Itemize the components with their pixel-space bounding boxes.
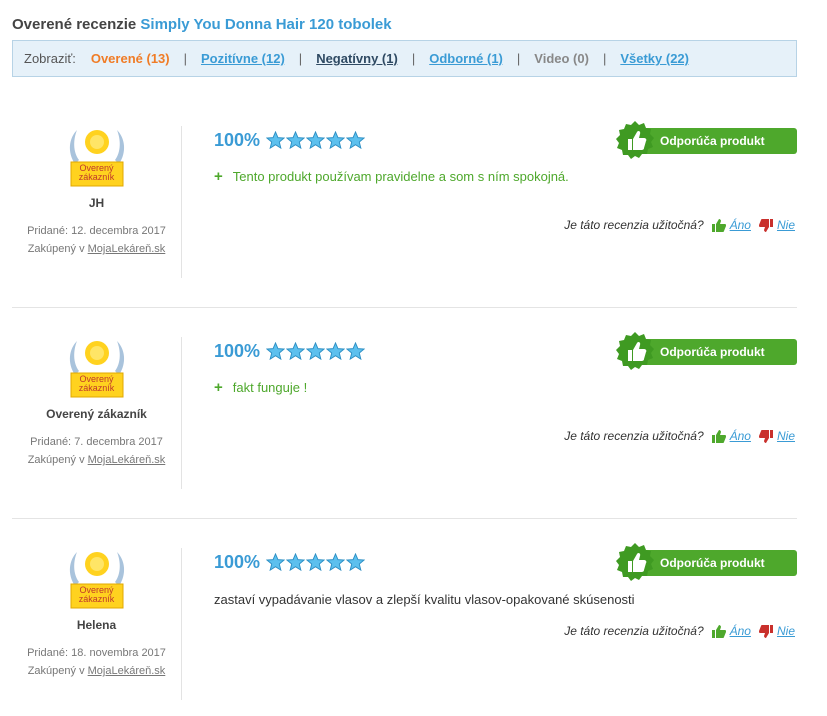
review-item: Overený zákazník Helena Pridané: 18. nov…	[12, 540, 797, 716]
star-icon	[286, 342, 306, 361]
star-icon	[286, 131, 306, 150]
review-rating: 100%	[214, 130, 366, 151]
purchase-source: Zakúpený v MojaLekáreň.sk	[27, 665, 166, 677]
filter-negative[interactable]: Negatívny (1)	[316, 51, 398, 66]
star-rating	[266, 131, 366, 150]
filter-separator: |	[298, 51, 303, 66]
recommend-label: Odporúča produkt	[634, 339, 797, 365]
rating-percent: 100%	[214, 130, 261, 150]
verified-customer-badge: Overený zákazník	[65, 548, 129, 612]
helpful-vote: Je táto recenzia užitočná? Áno Nie	[564, 218, 795, 232]
star-icon	[346, 553, 366, 572]
helpful-vote: Je táto recenzia užitočná? Áno Nie	[564, 429, 795, 443]
thumbs-down-icon	[758, 624, 773, 638]
page-title: Overené recenzie Simply You Donna Hair 1…	[12, 16, 392, 33]
star-icon	[266, 131, 286, 150]
filter-video: Video (0)	[534, 51, 589, 66]
review-date: Pridané: 12. decembra 2017	[27, 225, 166, 237]
thumbs-up-seal-icon	[616, 543, 654, 581]
review-filter-bar: Zobraziť: Overené (13) | Pozitívne (12) …	[12, 40, 797, 77]
rating-percent: 100%	[214, 341, 261, 361]
verified-customer-badge: Overený zákazník	[65, 126, 129, 190]
product-name: Simply You Donna Hair 120 tobolek	[140, 16, 392, 33]
filter-label: Zobraziť:	[24, 51, 76, 66]
filter-separator: |	[516, 51, 521, 66]
filter-separator: |	[602, 51, 607, 66]
recommend-label: Odporúča produkt	[634, 128, 797, 154]
review-text: Tento produkt používam pravidelne a som …	[232, 169, 569, 184]
helpful-yes-link[interactable]: Áno	[730, 218, 751, 232]
thumbs-down-icon	[758, 429, 773, 443]
helpful-question: Je táto recenzia užitočná?	[564, 429, 704, 443]
review-author-column: Overený zákazník JH Pridané: 12. decembr…	[12, 126, 182, 278]
filter-separator: |	[411, 51, 416, 66]
star-icon	[266, 553, 286, 572]
author-name: Overený zákazník	[46, 407, 147, 421]
star-icon	[326, 342, 346, 361]
review-pros: + fakt funguje !	[214, 379, 307, 396]
review-rating: 100%	[214, 552, 366, 573]
filter-separator: |	[183, 51, 187, 66]
recommends-product-badge: Odporúča produkt	[614, 331, 797, 373]
filter-verified[interactable]: Overené (13)	[91, 51, 170, 66]
review-date: Pridané: 18. novembra 2017	[27, 647, 166, 659]
helpful-question: Je táto recenzia užitočná?	[564, 218, 704, 232]
review-pros: + Tento produkt používam pravidelne a so…	[214, 168, 569, 185]
shop-link[interactable]: MojaLekáreň.sk	[88, 454, 166, 466]
helpful-no-link[interactable]: Nie	[777, 218, 795, 232]
review-author-column: Overený zákazník Overený zákazník Pridan…	[12, 337, 182, 489]
plus-icon: +	[214, 168, 223, 185]
page-title-prefix: Overené recenzie	[12, 16, 137, 33]
thumbs-down-icon	[758, 218, 773, 232]
verified-customer-badge: Overený zákazník	[65, 337, 129, 401]
helpful-yes-link[interactable]: Áno	[730, 429, 751, 443]
filter-all[interactable]: Všetky (22)	[620, 51, 689, 66]
thumbs-up-icon	[711, 429, 726, 443]
review-author-column: Overený zákazník Helena Pridané: 18. nov…	[12, 548, 182, 700]
plus-icon: +	[214, 379, 223, 396]
star-icon	[306, 342, 326, 361]
star-rating	[266, 553, 366, 572]
shop-link[interactable]: MojaLekáreň.sk	[88, 243, 166, 255]
badge-label: Overený zákazník	[78, 585, 115, 604]
thumbs-up-seal-icon	[616, 121, 654, 159]
star-icon	[346, 131, 366, 150]
recommends-product-badge: Odporúča produkt	[614, 542, 797, 584]
review-date: Pridané: 7. decembra 2017	[30, 436, 163, 448]
review-item: Overený zákazník JH Pridané: 12. decembr…	[12, 118, 797, 308]
star-icon	[306, 553, 326, 572]
purchase-source: Zakúpený v MojaLekáreň.sk	[27, 454, 166, 466]
star-icon	[326, 553, 346, 572]
star-rating	[266, 342, 366, 361]
star-icon	[286, 553, 306, 572]
purchase-source: Zakúpený v MojaLekáreň.sk	[27, 243, 166, 255]
thumbs-up-icon	[711, 624, 726, 638]
author-name: Helena	[76, 618, 117, 632]
badge-label: Overený zákazník	[78, 374, 115, 393]
recommend-label: Odporúča produkt	[634, 550, 797, 576]
review-text: fakt funguje !	[232, 380, 308, 395]
helpful-yes-link[interactable]: Áno	[730, 624, 751, 638]
helpful-question: Je táto recenzia užitočná?	[564, 624, 704, 638]
thumbs-up-seal-icon	[616, 332, 654, 370]
badge-label: Overený zákazník	[78, 163, 115, 182]
helpful-no-link[interactable]: Nie	[777, 429, 795, 443]
review-text: zastaví vypadávanie vlasov a zlepší kval…	[214, 592, 635, 607]
rating-percent: 100%	[214, 552, 261, 572]
shop-link[interactable]: MojaLekáreň.sk	[88, 665, 166, 677]
star-icon	[266, 342, 286, 361]
thumbs-up-icon	[711, 218, 726, 232]
helpful-vote: Je táto recenzia užitočná? Áno Nie	[564, 624, 795, 638]
helpful-no-link[interactable]: Nie	[777, 624, 795, 638]
star-icon	[326, 131, 346, 150]
review-item: Overený zákazník Overený zákazník Pridan…	[12, 329, 797, 519]
filter-expert[interactable]: Odborné (1)	[429, 51, 503, 66]
star-icon	[346, 342, 366, 361]
author-name: JH	[88, 196, 105, 210]
filter-positive[interactable]: Pozitívne (12)	[201, 51, 285, 66]
star-icon	[306, 131, 326, 150]
review-rating: 100%	[214, 341, 366, 362]
recommends-product-badge: Odporúča produkt	[614, 120, 797, 162]
